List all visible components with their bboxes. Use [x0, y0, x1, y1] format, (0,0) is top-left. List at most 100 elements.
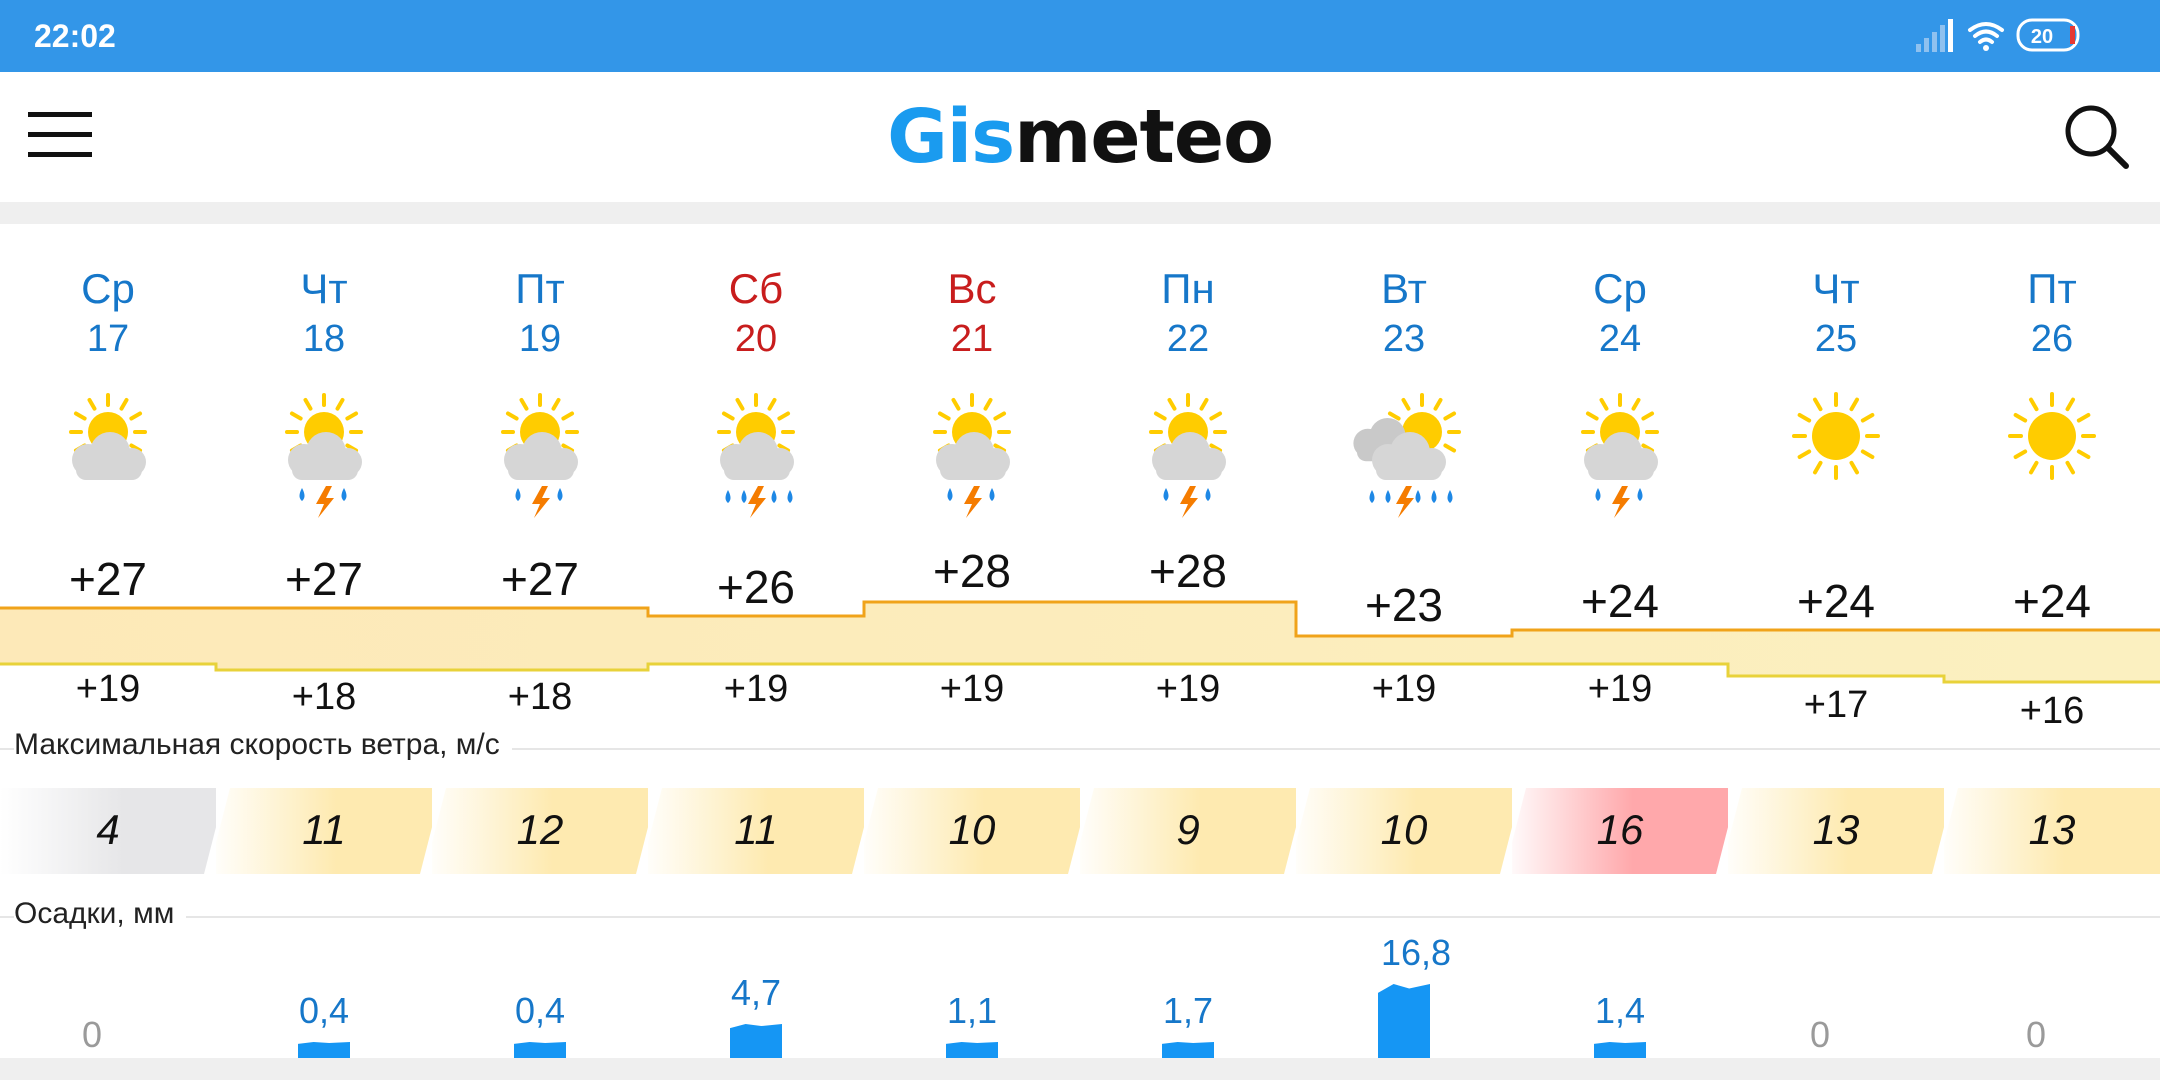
temp-max: +28 — [932, 545, 1012, 597]
sun-cloud-thunder-rain-icon — [1581, 393, 1659, 518]
sun-cloud-thunder-rain-icon — [1149, 393, 1227, 518]
day-date: 26 — [2030, 318, 2074, 360]
temp-min: +18 — [291, 676, 357, 718]
sun-icon — [2008, 392, 2096, 480]
day-date: 17 — [86, 318, 130, 360]
day-name: Вс — [947, 265, 997, 312]
temp-min: +19 — [75, 668, 141, 710]
temp-min: +18 — [507, 676, 573, 718]
wind-speed: 4 — [96, 806, 120, 853]
precip-section-label: Осадки, мм — [14, 897, 187, 931]
day-column[interactable]: Ср 17 — [0, 262, 216, 362]
sun-icon — [1792, 392, 1880, 480]
wind-cell: 12 — [432, 788, 648, 874]
day-column[interactable]: Чт 25 — [1728, 262, 1944, 362]
day-column[interactable]: Вт 23 — [1296, 262, 1512, 362]
wind-cell: 9 — [1080, 788, 1296, 874]
day-date: 25 — [1814, 318, 1858, 360]
day-column[interactable]: Вс 21 — [864, 262, 1080, 362]
status-icons: 20 — [1916, 18, 2080, 52]
day-date: 20 — [734, 318, 778, 360]
signal-icon — [1916, 19, 1953, 52]
day-column[interactable]: Пт 19 — [432, 262, 648, 362]
wind-cell: 11 — [216, 788, 432, 874]
temp-max: +27 — [68, 553, 148, 605]
temp-min: +16 — [2019, 690, 2085, 732]
day-column[interactable]: Пт 26 — [1944, 262, 2160, 362]
day-column[interactable]: Пн 22 — [1080, 262, 1296, 362]
day-date: 21 — [950, 318, 994, 360]
sun-cloud-icon — [69, 393, 147, 480]
precip-bar — [298, 1042, 350, 1058]
logo-part2: meteo — [1014, 94, 1274, 180]
forecast-days: Ср 17 +27 Чт 18 +27 Пт 19 +27 Сб 20 +26 … — [0, 262, 2160, 782]
wind-cell: 11 — [648, 788, 864, 874]
day-name: Ср — [81, 265, 135, 312]
temp-max: +23 — [1364, 579, 1444, 631]
sun-cloud-thunder-heavy-rain-icon — [717, 393, 795, 518]
day-date: 23 — [1382, 318, 1426, 360]
wind-speed: 10 — [1380, 806, 1428, 853]
precip-amount: 0 — [81, 1014, 103, 1055]
temp-min: +19 — [723, 668, 789, 710]
day-date: 24 — [1598, 318, 1642, 360]
precip-bar — [946, 1042, 998, 1058]
temp-max: +26 — [716, 561, 796, 613]
wind-cell: 13 — [1728, 788, 1944, 874]
temp-min: +19 — [1371, 668, 1437, 710]
logo-part1: Gis — [887, 94, 1015, 180]
search-icon[interactable] — [2062, 102, 2132, 172]
wind-section-label: Максимальная скорость ветра, м/с — [14, 728, 512, 762]
temp-max: +28 — [1148, 545, 1228, 597]
day-name: Чт — [300, 265, 348, 312]
precip-bar — [514, 1042, 566, 1058]
temp-min: +19 — [939, 668, 1005, 710]
precip-section-divider — [0, 916, 2160, 918]
precip-amount: 0,4 — [514, 990, 566, 1031]
wind-cell: 13 — [1944, 788, 2160, 874]
precip-amount: 1,7 — [1162, 990, 1214, 1031]
day-name: Пн — [1161, 265, 1215, 312]
day-name: Чт — [1812, 265, 1860, 312]
precip-bar — [730, 1024, 782, 1058]
wifi-icon — [1968, 22, 2004, 51]
wind-speed: 11 — [302, 806, 346, 853]
day-name: Сб — [728, 265, 784, 312]
precip-bar — [1594, 1042, 1646, 1058]
precip-amount: 1,1 — [946, 990, 998, 1031]
day-column[interactable]: Ср 24 — [1512, 262, 1728, 362]
status-bar: 22:02 20 — [0, 0, 2160, 72]
temp-max: +27 — [500, 553, 580, 605]
header-divider — [0, 202, 2160, 224]
wind-speed: 12 — [516, 806, 564, 853]
temp-max: +24 — [1580, 575, 1660, 627]
battery-icon: 20 — [2016, 18, 2080, 52]
precip-amount: 1,4 — [1594, 990, 1646, 1031]
wind-cell: 10 — [864, 788, 1080, 874]
wind-speed: 16 — [1596, 806, 1644, 853]
day-date: 19 — [518, 318, 562, 360]
day-column[interactable]: Сб 20 — [648, 262, 864, 362]
wind-speed: 10 — [948, 806, 996, 853]
temp-min: +19 — [1587, 668, 1653, 710]
temp-max: +24 — [1796, 575, 1876, 627]
cloudy-thunder-heavy-rain-icon — [1353, 393, 1461, 518]
wind-speed: 13 — [1812, 806, 1860, 853]
precip-amount: 0 — [2025, 1014, 2047, 1055]
app-header: Gismeteo — [0, 72, 2160, 202]
wind-speed: 13 — [2028, 806, 2076, 853]
sun-cloud-thunder-rain-icon — [501, 393, 579, 518]
wind-speed: 9 — [1176, 806, 1200, 853]
day-name: Пт — [2027, 265, 2077, 312]
precip-bar — [1378, 984, 1430, 1058]
day-name: Ср — [1593, 265, 1647, 312]
precip-amount: 4,7 — [730, 972, 782, 1013]
battery-level: 20 — [2031, 26, 2053, 48]
temp-min: +17 — [1803, 684, 1869, 726]
wind-speed: 11 — [734, 806, 778, 853]
precip-bar — [1162, 1042, 1214, 1058]
wind-cell: 10 — [1296, 788, 1512, 874]
bottom-divider — [0, 1058, 2160, 1080]
day-column[interactable]: Чт 18 — [216, 262, 432, 362]
day-date: 22 — [1166, 318, 1210, 360]
